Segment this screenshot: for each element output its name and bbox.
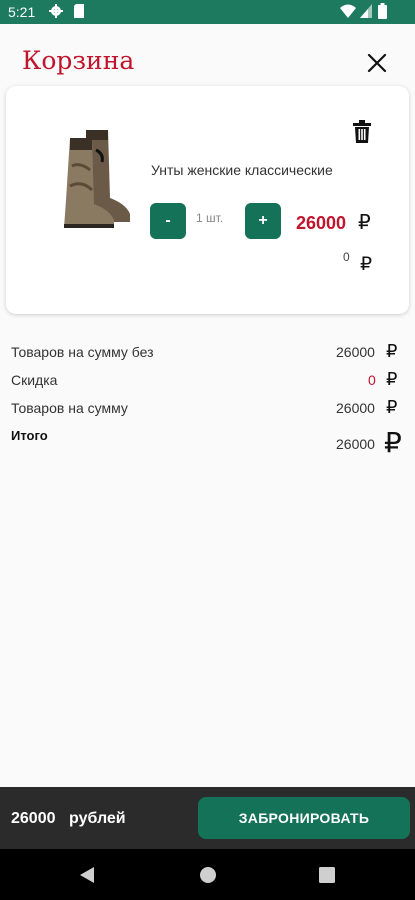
product-image[interactable] <box>56 126 136 230</box>
sd-card-icon <box>74 4 84 18</box>
product-name: Унты женские классические <box>151 162 333 178</box>
wifi-icon <box>340 4 356 18</box>
signal-icon <box>360 4 372 18</box>
summary-total-goods-value: 26000 <box>336 400 375 416</box>
home-icon[interactable] <box>199 866 217 884</box>
summary-grand-total-currency: ₽ <box>384 427 402 458</box>
summary-subtotal-label: Товаров на сумму без <box>11 344 154 360</box>
battery-icon <box>378 3 387 19</box>
recents-icon[interactable] <box>319 867 335 883</box>
trash-icon[interactable] <box>352 120 372 144</box>
summary-total-goods-label: Товаров на сумму <box>11 400 128 416</box>
close-icon[interactable] <box>366 52 388 74</box>
checkout-bar: 26000 рублей ЗАБРОНИРОВАТЬ <box>0 787 415 849</box>
back-icon[interactable] <box>79 866 95 884</box>
summary-discount-value: 0 <box>368 372 376 388</box>
summary-subtotal-value: 26000 <box>336 344 375 360</box>
book-button[interactable]: ЗАБРОНИРОВАТЬ <box>198 797 410 839</box>
cart-item-card: Унты женские классические - 1 шт. + 2600… <box>6 86 409 314</box>
page-title: Корзина <box>22 46 135 75</box>
price-currency-symbol: ₽ <box>358 212 371 234</box>
item-discount-value: 0 <box>343 250 350 264</box>
summary-discount-label: Скидка <box>11 372 58 388</box>
status-time: 5:21 <box>8 4 36 20</box>
checkout-total-unit: рублей <box>69 810 126 827</box>
summary-discount-currency: ₽ <box>386 369 398 389</box>
summary-grand-total-label: Итого <box>11 428 48 443</box>
summary-grand-total-value: 26000 <box>336 436 375 452</box>
increase-quantity-button[interactable]: + <box>245 203 281 239</box>
discount-currency-symbol: ₽ <box>360 254 373 275</box>
checkout-total-amount: 26000 <box>11 810 56 827</box>
settings-icon <box>49 4 63 18</box>
summary-total-goods-currency: ₽ <box>386 397 398 417</box>
decrease-quantity-button[interactable]: - <box>150 203 186 239</box>
system-navigation-bar <box>0 849 415 900</box>
summary-subtotal-currency: ₽ <box>386 341 398 361</box>
item-price: 26000 <box>296 213 347 233</box>
quantity-label: 1 шт. <box>196 211 224 225</box>
status-bar: 5:21 <box>0 0 415 24</box>
